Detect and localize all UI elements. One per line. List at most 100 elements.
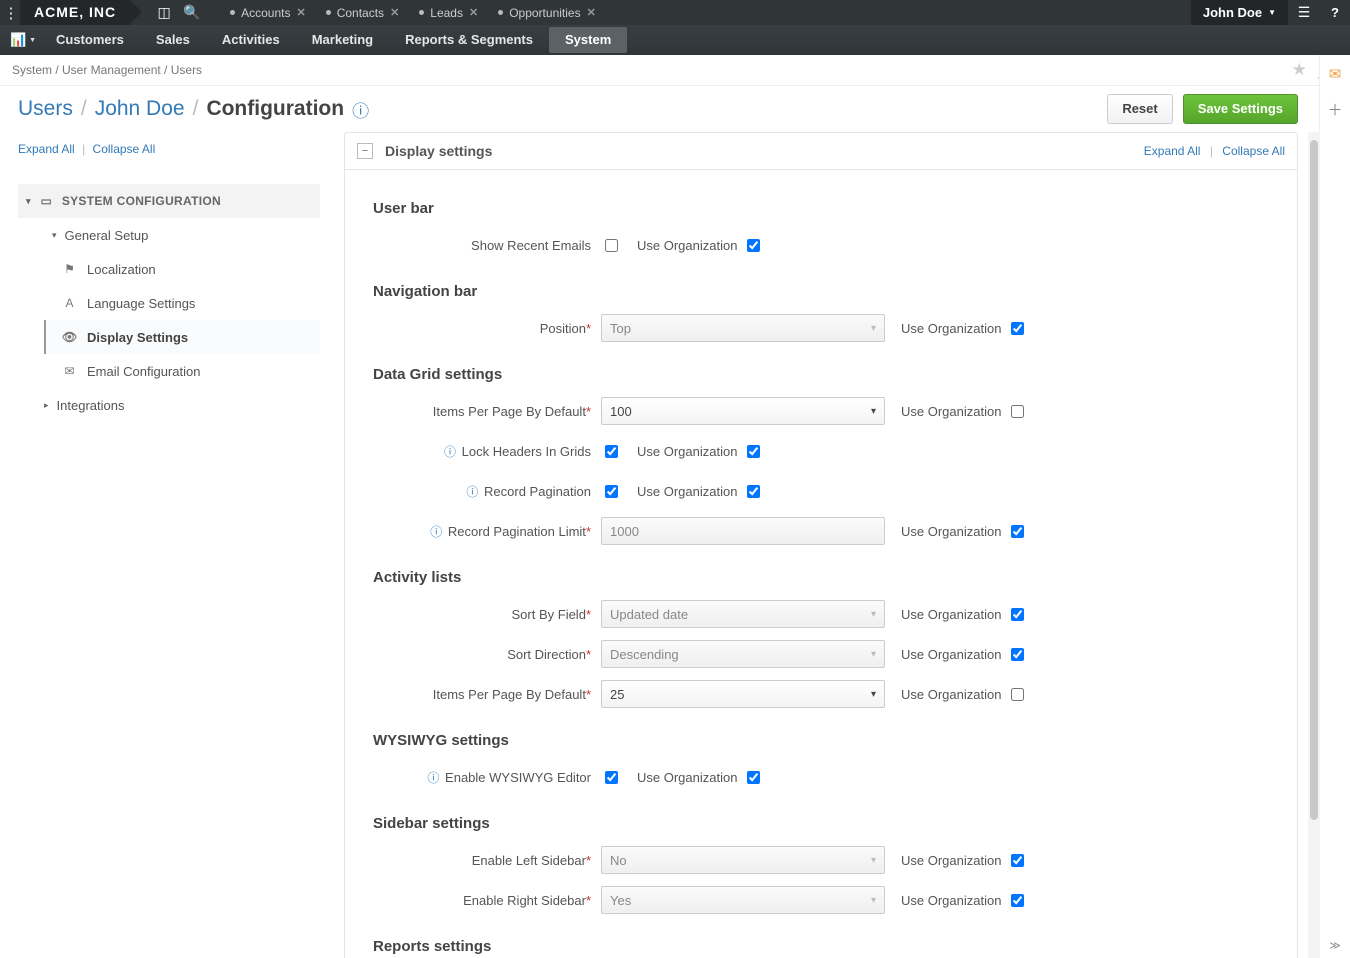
title-current: Configuration (206, 97, 344, 121)
main-nav: 📊▼ CustomersSalesActivitiesMarketingRepo… (0, 25, 1350, 55)
pinned-tab[interactable]: Leads✕ (409, 6, 488, 20)
breadcrumb-row: System / User Management / Users ★ 📌 (0, 55, 1350, 86)
nav-customers[interactable]: Customers (40, 25, 140, 55)
panel-title: Display settings (385, 143, 492, 159)
row-record-pagination: ⓘ Record Pagination Use Organization (373, 471, 1269, 511)
reset-button[interactable]: Reset (1107, 94, 1172, 124)
section-reports: Reports settings (373, 938, 1269, 955)
checkbox-record-pagination[interactable] (605, 485, 618, 498)
app-menu-icon[interactable]: ⋮ (0, 4, 20, 22)
help-icon[interactable]: ? (1320, 5, 1350, 20)
close-icon[interactable]: ✕ (296, 6, 305, 19)
tree-root[interactable]: ▾ ▭ SYSTEM CONFIGURATION (18, 184, 320, 218)
add-widget-icon[interactable]: ＋ (1320, 99, 1350, 120)
tree-general-setup[interactable]: ▾ General Setup (44, 218, 320, 252)
save-button[interactable]: Save Settings (1183, 94, 1298, 124)
row-items-per-page: Items Per Page By Default* 100▾ Use Orga… (373, 391, 1269, 431)
top-bar: ⋮ ACME, INC ◫ 🔍 Accounts✕Contacts✕Leads✕… (0, 0, 1350, 25)
panel-collapse-all[interactable]: Collapse All (1222, 144, 1285, 158)
pinned-tab[interactable]: Accounts✕ (220, 6, 316, 20)
nav-marketing[interactable]: Marketing (296, 25, 389, 55)
content-area: − Display settings Expand All | Collapse… (320, 132, 1320, 958)
scrollbar-thumb[interactable] (1310, 140, 1318, 820)
favorite-icon[interactable]: ★ (1292, 60, 1307, 80)
select-items-per-page[interactable]: 100▾ (601, 397, 885, 425)
nav-sales[interactable]: Sales (140, 25, 206, 55)
useorg-left-sidebar-checkbox[interactable] (1011, 854, 1024, 867)
font-icon: A (62, 296, 77, 310)
useorg-limit-checkbox[interactable] (1011, 525, 1024, 538)
useorg-pagination-checkbox[interactable] (747, 485, 760, 498)
nav-activities[interactable]: Activities (206, 25, 296, 55)
useorg-sortdir-checkbox[interactable] (1011, 648, 1024, 661)
tree-email-config[interactable]: ✉ Email Configuration (44, 354, 320, 388)
nav-system[interactable]: System (549, 27, 627, 53)
collapse-sidebar-icon[interactable]: ≫ (1320, 939, 1350, 952)
caret-right-icon: ▸ (44, 400, 49, 411)
useorg-position-checkbox[interactable] (1011, 322, 1024, 335)
useorg-recent-emails[interactable]: Use Organization (637, 236, 763, 255)
panel-expand-all[interactable]: Expand All (1144, 144, 1201, 158)
useorg-recent-emails-checkbox[interactable] (747, 239, 760, 252)
flag-icon: ⚑ (62, 262, 77, 276)
nav-reports-segments[interactable]: Reports & Segments (389, 25, 549, 55)
pinned-tab[interactable]: Opportunities✕ (488, 6, 606, 20)
row-sort-by: Sort By Field* Updated date▾ Use Organiz… (373, 594, 1269, 634)
title-link-user[interactable]: John Doe (95, 97, 185, 121)
useorg-activity-items-checkbox[interactable] (1011, 688, 1024, 701)
useorg-lock-checkbox[interactable] (747, 445, 760, 458)
row-wysiwyg: ⓘ Enable WYSIWYG Editor Use Organization (373, 757, 1269, 797)
select-sort-by: Updated date▾ (601, 600, 885, 628)
useorg-wysiwyg-checkbox[interactable] (747, 771, 760, 784)
breadcrumb: System / User Management / Users (12, 63, 1282, 77)
page-title: Users / John Doe / Configuration ⓘ (18, 97, 369, 122)
useorg-right-sidebar-checkbox[interactable] (1011, 894, 1024, 907)
tree-localization[interactable]: ⚑ Localization (44, 252, 320, 286)
row-right-sidebar: Enable Right Sidebar* Yes▾ Use Organizat… (373, 880, 1269, 920)
checkbox-lock-headers[interactable] (605, 445, 618, 458)
tree-language[interactable]: A Language Settings (44, 286, 320, 320)
useorg-position[interactable]: Use Organization (901, 319, 1027, 338)
eye-icon: 👁 (62, 330, 77, 344)
pinned-tab[interactable]: Contacts✕ (316, 6, 410, 20)
checkbox-recent-emails[interactable] (605, 239, 618, 252)
useorg-sortby-checkbox[interactable] (1011, 608, 1024, 621)
row-pagination-limit: ⓘ Record Pagination Limit* Use Organizat… (373, 511, 1269, 551)
row-left-sidebar: Enable Left Sidebar* No▾ Use Organizatio… (373, 840, 1269, 880)
useorg-items-checkbox[interactable] (1011, 405, 1024, 418)
config-tree-panel: Expand All | Collapse All ▾ ▭ SYSTEM CON… (0, 132, 320, 958)
user-name: John Doe (1203, 0, 1262, 25)
collapse-all-link[interactable]: Collapse All (93, 142, 156, 156)
search-icon[interactable]: 🔍 (178, 4, 206, 21)
panel-collapse-icon[interactable]: − (357, 143, 373, 159)
section-nav-bar: Navigation bar (373, 283, 1269, 300)
close-icon[interactable]: ✕ (469, 6, 478, 19)
right-sidebar: ✉ ＋ ≫ (1319, 55, 1350, 958)
hamburger-icon[interactable]: ☰ (1288, 4, 1320, 21)
checkbox-wysiwyg[interactable] (605, 771, 618, 784)
shortcut-icon[interactable]: ◫ (150, 4, 178, 21)
dashboard-icon[interactable]: 📊▼ (6, 32, 40, 48)
select-position: Top▾ (601, 314, 885, 342)
scrollbar-track[interactable] (1308, 132, 1320, 958)
info-icon[interactable]: ⓘ (466, 485, 478, 499)
select-right-sidebar: Yes▾ (601, 886, 885, 914)
info-icon[interactable]: ⓘ (352, 97, 369, 122)
tree-display-settings[interactable]: 👁 Display Settings (44, 320, 320, 354)
panel-header: − Display settings Expand All | Collapse… (344, 132, 1298, 170)
info-icon[interactable]: ⓘ (444, 445, 456, 459)
tree-integrations[interactable]: ▸ Integrations (44, 388, 320, 422)
info-icon[interactable]: ⓘ (427, 771, 439, 785)
email-icon[interactable]: ✉ (1320, 65, 1350, 83)
section-data-grid: Data Grid settings (373, 366, 1269, 383)
brand-logo[interactable]: ACME, INC (20, 0, 130, 25)
select-activity-items[interactable]: 25▾ (601, 680, 885, 708)
expand-all-link[interactable]: Expand All (18, 142, 75, 156)
user-menu[interactable]: John Doe ▼ (1191, 0, 1288, 25)
panel-body: User bar Show Recent Emails Use Organiza… (344, 170, 1298, 958)
info-icon[interactable]: ⓘ (430, 525, 442, 539)
title-link-users[interactable]: Users (18, 97, 73, 121)
close-icon[interactable]: ✕ (390, 6, 399, 19)
close-icon[interactable]: ✕ (587, 6, 596, 19)
section-wysiwyg: WYSIWYG settings (373, 732, 1269, 749)
